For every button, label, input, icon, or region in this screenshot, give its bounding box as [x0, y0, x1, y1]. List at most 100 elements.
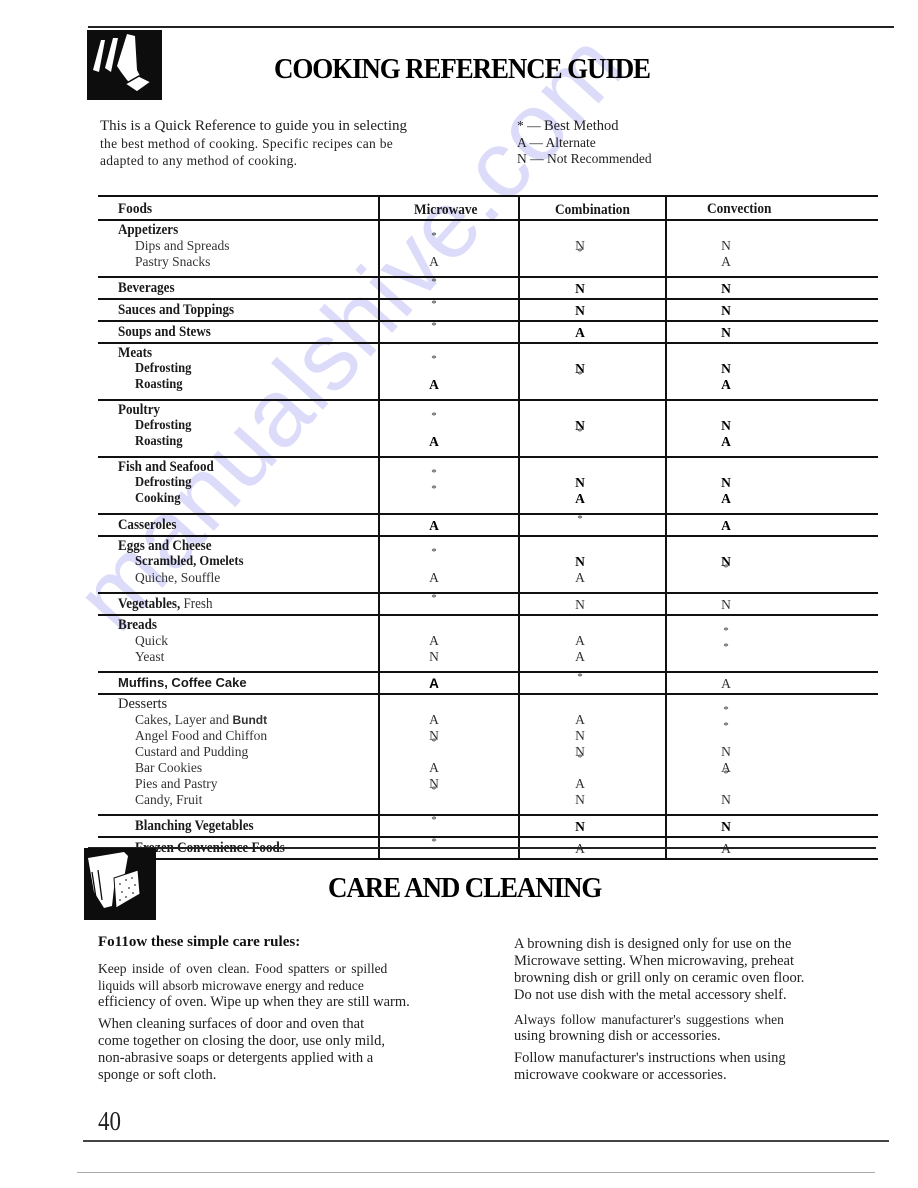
top-rule [88, 26, 894, 28]
rating-combination: A [575, 649, 585, 664]
rating-microwave: A [429, 377, 439, 392]
text-line: liquids will absorb microwave energy and… [98, 978, 364, 993]
text-line: microwave cookware or accessories. [514, 1067, 727, 1083]
intro-line: This is a Quick Reference to guide you i… [100, 118, 407, 134]
table-row: Eggs and Cheese Scrambled, Omelets * N N Quic… [98, 536, 878, 592]
text-line: Keep inside of oven clean. Food spatters… [98, 961, 388, 976]
rating-combination: * [577, 369, 583, 381]
rating-microwave: A [429, 254, 439, 269]
rating-microwave: * [431, 230, 437, 242]
care-paragraph: Keep inside of oven clean. Food spatters… [98, 960, 468, 1011]
table-row: Appetizers Dips and Spreads * N N Pastry Snac… [98, 220, 878, 276]
rating-convection: N [721, 792, 731, 807]
table-row: Poultry Defrosting * N N Roasting A * A [98, 400, 878, 456]
food-label: Casseroles [118, 517, 177, 533]
rating-combination: * [577, 246, 583, 258]
food-label: Beverages [118, 280, 175, 296]
food-label: Sauces and Toppings [118, 302, 235, 318]
page-edge-rule [77, 1172, 875, 1173]
food-group-label: Eggs and Cheese [118, 538, 212, 554]
rating-combination: N [575, 554, 585, 569]
column-header-microwave: Microwave [414, 202, 478, 218]
rating-microwave: A [429, 518, 439, 533]
rating-microwave: A [429, 633, 439, 648]
page-number: 40 [98, 1106, 121, 1136]
food-item-label: Defrosting [135, 418, 192, 433]
hand-holding-sponge-icon [84, 848, 156, 920]
text-line: browning dish or grill only on ceramic o… [514, 970, 805, 986]
rating-microwave: A [429, 712, 439, 727]
food-item-label-suffix: Bundt [232, 713, 268, 727]
column-header-convection: Convection [707, 201, 772, 217]
column-header-foods: Foods [118, 201, 153, 217]
rating-convection: A [721, 676, 731, 691]
rating-convection: N [721, 819, 731, 834]
rating-convection: N [721, 361, 731, 376]
food-item-label: Cakes, Layer and Bundt [135, 712, 268, 727]
food-label: Soups and Stews [118, 324, 211, 340]
care-paragraph: Follow manufacturer's instructions when … [514, 1050, 874, 1084]
table-rule [98, 195, 878, 197]
rating-convection: N [721, 303, 731, 318]
rating-microwave: A [429, 676, 439, 691]
cooking-reference-table: Foods Microwave Combination Convection A… [98, 195, 878, 860]
table-row: Casseroles A * A [98, 513, 878, 535]
page-title: COOKING REFERENCE GUIDE [274, 53, 651, 85]
rating-combination: N [575, 475, 585, 490]
rating-microwave: * [431, 483, 437, 495]
rating-convection: A [721, 518, 731, 533]
food-item-label: Custard and Pudding [135, 744, 249, 759]
food-item-label: Pastry Snacks [135, 254, 211, 269]
table-row: Sauces and Toppings * N N [98, 298, 878, 320]
text-line: non-abrasive soaps or detergents applied… [98, 1050, 374, 1066]
rating-microwave: A [429, 434, 439, 449]
legend: * — Best Method A — Alternate N — Not Re… [517, 118, 652, 168]
rating-microwave: * [431, 276, 437, 288]
food-label: Blanching Vegetables [135, 818, 254, 834]
rating-combination: * [577, 513, 583, 525]
hand-pressing-pad-icon [87, 30, 162, 100]
rating-convection: A [721, 377, 731, 392]
table-row: Beverages * N N [98, 276, 878, 298]
rating-microwave: * [431, 546, 437, 558]
rating-convection: A [721, 491, 731, 506]
food-item-label: Pies and Pastry [135, 776, 218, 791]
rating-combination: N [575, 303, 585, 318]
text-line: Follow manufacturer's instructions when … [514, 1050, 786, 1066]
rating-combination: A [565, 841, 595, 857]
food-item-label: Dips and Spreads [135, 238, 230, 253]
rating-convection: N [721, 325, 731, 340]
intro-line: adapted to any method of cooking. [100, 153, 298, 168]
table-row: Vegetables, Fresh * N N [98, 592, 878, 614]
table-row: Meats Defrosting * N N Roasting A * A [98, 343, 878, 399]
rating-microwave: * [431, 784, 437, 796]
column-divider [665, 195, 667, 859]
rating-convection: A [721, 434, 731, 449]
rating-microwave: * [431, 410, 437, 422]
rating-convection: * [723, 625, 729, 637]
section-title-care: CARE AND CLEANING [328, 872, 602, 904]
footer-rule [83, 1140, 889, 1142]
column-divider [518, 195, 520, 859]
rating-convection: * [723, 768, 729, 780]
legend-item: * — Best Method [517, 118, 619, 134]
rating-microwave: N [429, 649, 439, 664]
text-line: A browning dish is designed only for use… [514, 936, 792, 952]
rating-convection: N [721, 597, 731, 612]
care-paragraph: Always follow manufacturer's suggestions… [514, 1011, 874, 1045]
food-label-suffix: Fresh [183, 596, 213, 612]
table-row: Fish and Seafood Defrosting * N N Cooking * A A [98, 457, 878, 513]
table-row: Desserts Cakes, Layer and Bundt A A * Angel F… [98, 694, 878, 814]
rating-convection: N [721, 418, 731, 433]
rating-microwave: * [431, 298, 437, 310]
text-line: Microwave setting. When microwaving, pre… [514, 953, 794, 969]
rating-microwave: A [429, 760, 439, 775]
food-item-label: Yeast [135, 649, 165, 664]
rating-combination: N [575, 728, 585, 743]
rating-microwave: * [431, 320, 437, 332]
food-item-label: Scrambled, Omelets [135, 554, 244, 569]
text-line: using browning dish or accessories. [514, 1028, 721, 1044]
table-row: Breads Quick A A * Yeast N A * [98, 615, 878, 671]
intro-line: the best method of cooking. Specific rec… [100, 136, 394, 151]
legend-item: N — Not Recommended [517, 151, 652, 166]
